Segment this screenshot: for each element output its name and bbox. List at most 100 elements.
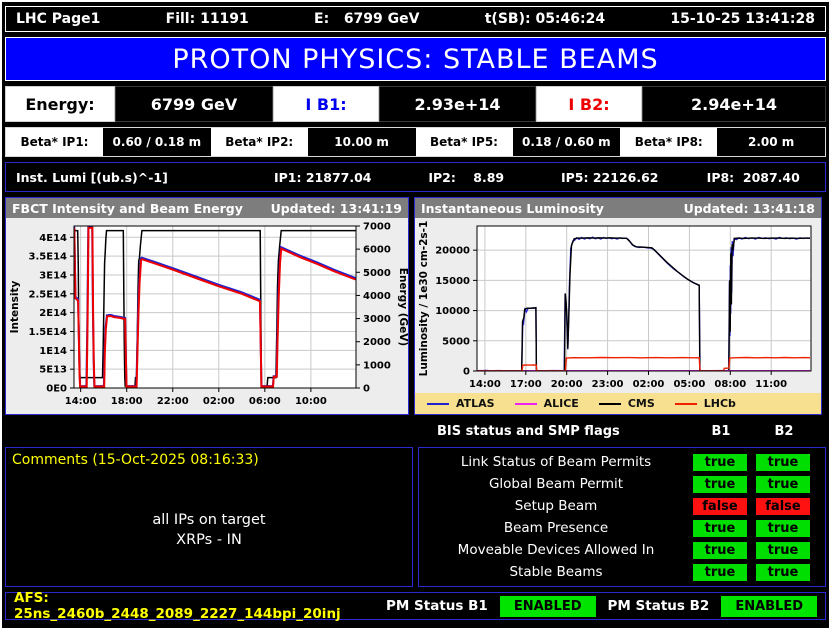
svg-text:5E13: 5E13	[39, 365, 67, 376]
svg-text:4E14: 4E14	[39, 233, 67, 244]
legend-item-cms: CMS	[598, 397, 655, 410]
bis-title: BIS status and SMP flags	[437, 423, 620, 439]
fbct-panel-header: FBCT Intensity and Beam Energy Updated: …	[6, 198, 408, 218]
beam-mode-banner: PROTON PHYSICS: STABLE BEAMS	[5, 37, 826, 81]
beta-ip5-label: Beta* IP5:	[415, 128, 513, 156]
beta-ip2-label: Beta* IP2:	[210, 128, 308, 156]
legend-label: ATLAS	[456, 397, 495, 410]
lhc-page1-vistar: LHC Page1 Fill: 11191 E: 6799 GeV t(SB):…	[0, 0, 831, 630]
svg-text:1.5E14: 1.5E14	[29, 327, 68, 338]
pm-status-b2-label: PM Status B2	[607, 598, 710, 614]
svg-text:4000: 4000	[363, 291, 391, 302]
svg-text:14:00: 14:00	[469, 379, 501, 390]
svg-text:3.5E14: 3.5E14	[29, 252, 68, 263]
beta-star-row: Beta* IP1: 0.60 / 0.18 m Beta* IP2: 10.0…	[5, 127, 826, 157]
intensity-b2-value: 2.94e+14	[642, 86, 826, 122]
comment-line: all IPs on target	[152, 512, 266, 528]
svg-text:02:00: 02:00	[203, 396, 235, 407]
svg-text:22:00: 22:00	[157, 396, 189, 407]
flag-label: Global Beam Permit	[488, 476, 624, 492]
svg-text:0: 0	[463, 367, 470, 378]
flag-status-b1: true	[693, 453, 747, 471]
legend-label: ALICE	[543, 397, 579, 410]
comments-body: all IPs on target XRPs - IN	[6, 510, 412, 551]
flag-row: Beam Presence true true	[419, 519, 825, 537]
svg-text:05:00: 05:00	[673, 379, 705, 390]
flag-label: Beam Presence	[503, 520, 609, 536]
svg-text:6000: 6000	[363, 245, 391, 256]
flag-status-b2: true	[756, 453, 810, 471]
legend-item-lhcb: LHCb	[674, 397, 736, 410]
svg-text:11:00: 11:00	[755, 379, 787, 390]
lumi-ip2: IP2: 8.89	[428, 169, 505, 185]
beta-ip8-label: Beta* IP8:	[620, 128, 718, 156]
legend-item-alice: ALICE	[514, 397, 579, 410]
fbct-updated: Updated: 13:41:19	[270, 200, 402, 216]
flag-status-b1: false	[693, 497, 747, 515]
luminosity-chart: 14:00 17:00 20:00 23:00 02:00 05:00 08:00 11:00…	[415, 218, 821, 393]
inst-lumi-row: Inst. Lumi [(ub.s)^-1] IP1: 21877.04 IP2…	[5, 162, 826, 192]
svg-text:5000: 5000	[442, 336, 470, 347]
svg-text:0E0: 0E0	[46, 384, 67, 395]
legend-swatch	[427, 402, 449, 405]
bis-header: BIS status and SMP flags B1 B2	[5, 420, 826, 442]
svg-text:14:00: 14:00	[65, 396, 97, 407]
flag-status-b2: true	[756, 475, 810, 493]
svg-text:2000: 2000	[363, 337, 391, 348]
flag-status-b1: true	[693, 519, 747, 537]
legend-label: LHCb	[703, 397, 736, 410]
flag-row: Link Status of Beam Permits true true	[419, 453, 825, 471]
svg-text:06:00: 06:00	[249, 396, 281, 407]
bis-flags-box: Link Status of Beam Permits true true Globa…	[418, 447, 826, 587]
beam-energy-value: E: 6799 GeV	[314, 11, 420, 27]
luminosity-legend: ATLAS ALICE CMS LHCb	[415, 393, 821, 414]
svg-text:Energy (GeV): Energy (GeV)	[397, 268, 408, 346]
flag-status-b2: true	[756, 563, 810, 581]
luminosity-panel: Instantaneous Luminosity Updated: 13:41:…	[414, 197, 822, 415]
luminosity-title: Instantaneous Luminosity	[421, 200, 604, 216]
intensity-b1-label: I B1:	[273, 86, 379, 122]
fbct-title: FBCT Intensity and Beam Energy	[12, 200, 243, 216]
flag-status-b2: true	[756, 541, 810, 559]
pm-status-b1-value: ENABLED	[499, 595, 596, 617]
legend-label: CMS	[627, 397, 655, 410]
legend-item-atlas: ATLAS	[427, 397, 495, 410]
beta-ip1-label: Beta* IP1:	[6, 128, 103, 156]
legend-swatch	[598, 402, 621, 405]
svg-text:10000: 10000	[435, 306, 470, 317]
svg-text:3000: 3000	[363, 314, 391, 325]
top-status-strip: LHC Page1 Fill: 11191 E: 6799 GeV t(SB):…	[5, 6, 826, 32]
svg-text:18:00: 18:00	[111, 396, 143, 407]
flag-label: Moveable Devices Allowed In	[457, 542, 655, 558]
intensity-b1-value: 2.93e+14	[379, 86, 536, 122]
svg-text:08:00: 08:00	[714, 379, 746, 390]
bis-col-b2: B2	[774, 423, 794, 439]
energy-label: Energy:	[5, 86, 115, 122]
app-title: LHC Page1	[16, 11, 101, 27]
flag-status-b1: true	[693, 563, 747, 581]
afs-strip: AFS: 25ns_2460b_2448_2089_2227_144bpi_20…	[5, 590, 826, 622]
svg-text:15000: 15000	[435, 276, 470, 287]
svg-text:10:00: 10:00	[295, 396, 327, 407]
time-in-stable-beams: t(SB): 05:46:24	[484, 11, 606, 27]
energy-intensity-row: Energy: 6799 GeV I B1: 2.93e+14 I B2: 2.…	[5, 86, 826, 122]
lumi-ip8: IP8: 2087.40	[706, 169, 800, 185]
svg-text:20:00: 20:00	[551, 379, 583, 390]
flag-label: Link Status of Beam Permits	[460, 454, 652, 470]
svg-text:3E14: 3E14	[39, 270, 67, 281]
bottom-section: Comments (15-Oct-2025 08:16:33) all IPs …	[5, 447, 826, 587]
svg-text:Intensity: Intensity	[9, 280, 21, 333]
luminosity-updated: Updated: 13:41:18	[683, 200, 815, 216]
inst-lumi-label: Inst. Lumi [(ub.s)^-1]	[16, 169, 168, 185]
svg-text:0: 0	[363, 384, 370, 395]
beta-ip2-value: 10.00 m	[307, 128, 416, 156]
flag-row: Setup Beam false false	[419, 497, 825, 515]
comments-title: Comments (15-Oct-2025 08:16:33)	[12, 452, 259, 468]
pm-status-b2-value: ENABLED	[721, 595, 817, 617]
beta-ip5-value: 0.18 / 0.60 m	[512, 128, 621, 156]
flag-status-b2: true	[756, 519, 810, 537]
flag-row: Stable Beams true true	[419, 563, 825, 581]
datetime: 15-10-25 13:41:28	[670, 11, 815, 27]
svg-text:17:00: 17:00	[510, 379, 542, 390]
flag-status-b2: false	[756, 497, 810, 515]
